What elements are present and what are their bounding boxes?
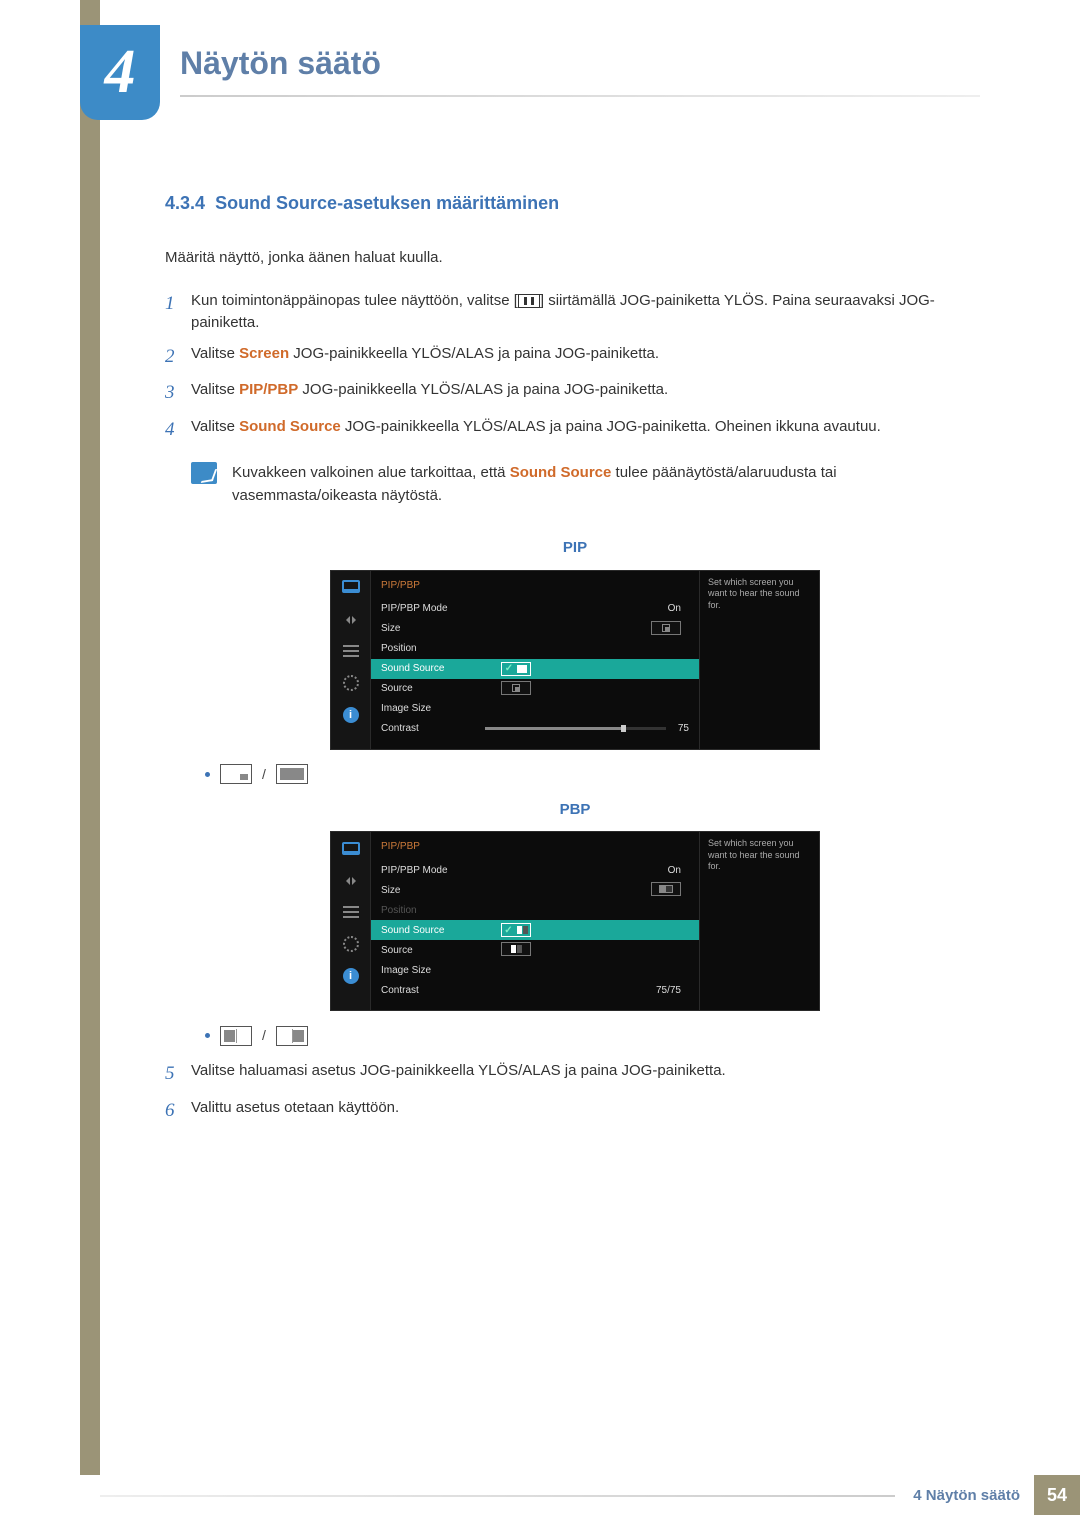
footer-page: 54 [1034,1475,1080,1515]
screen-right-icon [276,1026,308,1046]
osd-help: Set which screen you want to hear the so… [699,832,819,1010]
osd-row-position: Position [371,639,699,659]
arrows-icon [340,609,362,629]
osd-row-sound: Sound Source ✓ [371,920,699,940]
step-6: 6 Valittu asetus otetaan käyttöön. [165,1097,985,1126]
gear-icon [340,673,362,693]
title-underline [180,95,980,97]
content: 4.3.4 Sound Source-asetuksen määrittämin… [165,190,985,1133]
step-5: 5 Valitse haluamasi asetus JOG-painikkee… [165,1060,985,1089]
chapter-badge: 4 [80,25,160,120]
list-icon [340,641,362,661]
step-3: 3 Valitse PIP/PBP JOG-painikkeella YLÖS/… [165,379,985,408]
chapter-number: 4 [105,37,136,108]
arrows-icon [340,870,362,890]
footer-text: 4 Näytön säätö [913,1487,1034,1504]
osd-row-mode: PIP/PBP Mode On [371,599,699,619]
osd-row-size: Size [371,619,699,639]
osd-row-mode: PIP/PBP Mode On [371,860,699,880]
section-heading: 4.3.4 Sound Source-asetuksen määrittämin… [165,190,985,217]
caption-pbp: PBP [165,799,985,822]
step-1: 1 Kun toimintonäppäinopas tulee näyttöön… [165,290,985,335]
osd-pip: i PIP/PBP PIP/PBP Mode On Size Position … [330,570,820,750]
info-icon: i [340,705,362,725]
osd-help: Set which screen you want to hear the so… [699,571,819,749]
osd-row-contrast: Contrast 75/75 [371,980,699,1000]
osd-pbp: i PIP/PBP PIP/PBP Mode On Size Position … [330,831,820,1011]
osd-row-source: Source [371,679,699,699]
bullet-pbp: / [205,1025,985,1046]
osd-row-sound: Sound Source ✓ [371,659,699,679]
monitor-icon [340,838,362,858]
bullet-icon [205,772,210,777]
side-strip [80,0,100,1475]
bullet-pip: / [205,764,985,785]
footer: 4 Näytön säätö 54 [0,1475,1080,1515]
note: Kuvakkeen valkoinen alue tarkoittaa, ett… [191,462,985,507]
monitor-icon [340,577,362,597]
contrast-slider [485,727,666,730]
osd-sidebar: i [331,571,371,749]
note-icon [191,462,217,484]
chapter-title: Näytön säätö [180,45,381,82]
osd-sidebar: i [331,832,371,1010]
list-icon [340,902,362,922]
step-4: 4 Valitse Sound Source JOG-painikkeella … [165,416,985,445]
osd-row-image: Image Size [371,960,699,980]
caption-pip: PIP [165,537,985,560]
screen-full-icon [276,764,308,784]
osd-title: PIP/PBP [371,836,699,860]
step-2: 2 Valitse Screen JOG-painikkeella YLÖS/A… [165,343,985,372]
osd-row-source: Source [371,940,699,960]
osd-row-contrast: Contrast 75 [371,719,699,739]
gear-icon [340,934,362,954]
osd-row-image: Image Size [371,699,699,719]
osd-row-position: Position [371,900,699,920]
screen-corner-icon [220,764,252,784]
screen-left-icon [220,1026,252,1046]
info-icon: i [340,966,362,986]
bullet-icon [205,1033,210,1038]
osd-row-size: Size [371,880,699,900]
osd-title: PIP/PBP [371,575,699,599]
footer-bar [100,1495,895,1497]
menu-icon [518,294,540,308]
intro-text: Määritä näyttö, jonka äänen haluat kuull… [165,247,985,270]
